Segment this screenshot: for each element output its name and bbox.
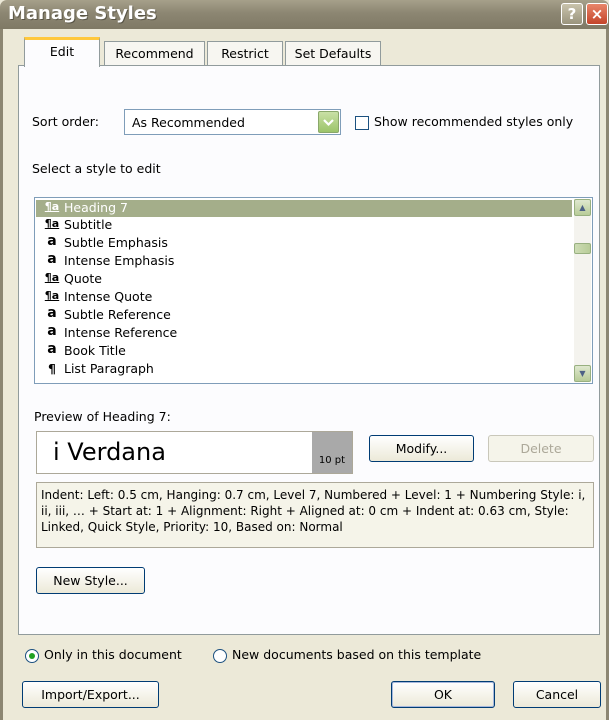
list-item-label: Subtitle [64, 217, 113, 232]
new-style-button[interactable]: New Style... [36, 567, 145, 594]
only-this-document-radio[interactable] [25, 649, 39, 663]
style-listbox[interactable]: ¶a Heading 7 ¶a Subtitle a Subtle Emphas… [34, 197, 593, 384]
character-style-icon: a [47, 323, 57, 339]
list-item-label: Intense Quote [64, 289, 153, 304]
ok-button[interactable]: OK [391, 681, 495, 708]
list-item-label: Intense Reference [64, 325, 178, 340]
list-item-label: Intense Emphasis [64, 253, 175, 268]
tab-set-defaults[interactable]: Set Defaults [285, 41, 381, 66]
show-recommended-label[interactable]: Show recommended styles only [374, 114, 573, 129]
import-export-button[interactable]: Import/Export... [22, 681, 159, 708]
only-this-document-label[interactable]: Only in this document [44, 647, 182, 662]
style-preview: i Verdana 10 pt [36, 431, 353, 474]
paragraph-style-icon: ¶a [44, 200, 60, 213]
radio-selected-dot [29, 653, 35, 659]
close-icon[interactable]: × [586, 3, 608, 25]
cancel-button[interactable]: Cancel [513, 681, 601, 708]
select-style-label: Select a style to edit [32, 161, 161, 176]
scroll-down-icon[interactable]: ▼ [574, 365, 591, 382]
chevron-down-icon[interactable] [318, 111, 339, 133]
window-title: Manage Styles [8, 3, 157, 24]
list-item-subtitle[interactable]: ¶a Subtitle [36, 217, 572, 234]
tab-restrict-label: Restrict [221, 46, 269, 61]
list-item-intense-quote[interactable]: ¶a Intense Quote [36, 289, 572, 306]
title-bar: Manage Styles ? × [0, 0, 609, 29]
list-item-label: Heading 7 [64, 200, 128, 215]
tab-recommend-label: Recommend [115, 46, 194, 61]
help-icon[interactable]: ? [561, 3, 583, 25]
scroll-thumb[interactable] [574, 243, 591, 254]
list-item-label: List Paragraph [64, 361, 154, 376]
tab-edit-label: Edit [49, 44, 75, 59]
list-item-quote[interactable]: ¶a Quote [36, 271, 572, 288]
paragraph-style-icon: ¶a [44, 217, 60, 230]
style-description: Indent: Left: 0.5 cm, Hanging: 0.7 cm, L… [36, 482, 594, 548]
preview-sample-text: i Verdana [53, 438, 166, 466]
list-item-label: Quote [64, 271, 103, 286]
paragraph-style-icon: ¶a [44, 289, 60, 302]
show-recommended-checkbox[interactable] [355, 116, 369, 130]
new-documents-label[interactable]: New documents based on this template [232, 647, 481, 662]
paragraph-style-icon: ¶a [44, 271, 60, 284]
pilcrow-icon: ¶ [48, 361, 56, 376]
preview-font-size: 10 pt [312, 432, 352, 473]
vertical-scrollbar[interactable]: ▲ ▼ [574, 199, 591, 382]
window-frame-left [0, 29, 3, 720]
delete-button[interactable]: Delete [488, 435, 594, 462]
character-style-icon: a [47, 233, 57, 249]
list-item-label: Subtle Reference [64, 307, 171, 322]
preview-label: Preview of Heading 7: [34, 409, 171, 424]
modify-button[interactable]: Modify... [369, 435, 474, 462]
character-style-icon: a [47, 305, 57, 321]
tab-edit[interactable]: Edit [24, 37, 100, 67]
sort-order-value: As Recommended [132, 115, 245, 130]
sort-order-select[interactable]: As Recommended [124, 109, 341, 135]
new-documents-radio[interactable] [213, 649, 227, 663]
character-style-icon: a [47, 341, 57, 357]
tab-set-defaults-label: Set Defaults [294, 46, 372, 61]
tab-recommend[interactable]: Recommend [104, 41, 205, 66]
list-item-subtle-reference[interactable]: a Subtle Reference [36, 305, 572, 324]
list-item-heading-7[interactable]: ¶a Heading 7 [36, 200, 572, 217]
list-item-intense-reference[interactable]: a Intense Reference [36, 323, 572, 342]
list-item-label: Book Title [64, 343, 126, 358]
list-item-label: Subtle Emphasis [64, 235, 168, 250]
sort-order-label: Sort order: [32, 114, 99, 129]
list-item-list-paragraph[interactable]: ¶ List Paragraph [36, 361, 572, 378]
list-item-subtle-emphasis[interactable]: a Subtle Emphasis [36, 233, 572, 252]
list-item-book-title[interactable]: a Book Title [36, 341, 572, 360]
scroll-up-icon[interactable]: ▲ [574, 199, 591, 216]
list-item-intense-emphasis[interactable]: a Intense Emphasis [36, 251, 572, 270]
tab-restrict[interactable]: Restrict [207, 41, 283, 66]
character-style-icon: a [47, 251, 57, 267]
